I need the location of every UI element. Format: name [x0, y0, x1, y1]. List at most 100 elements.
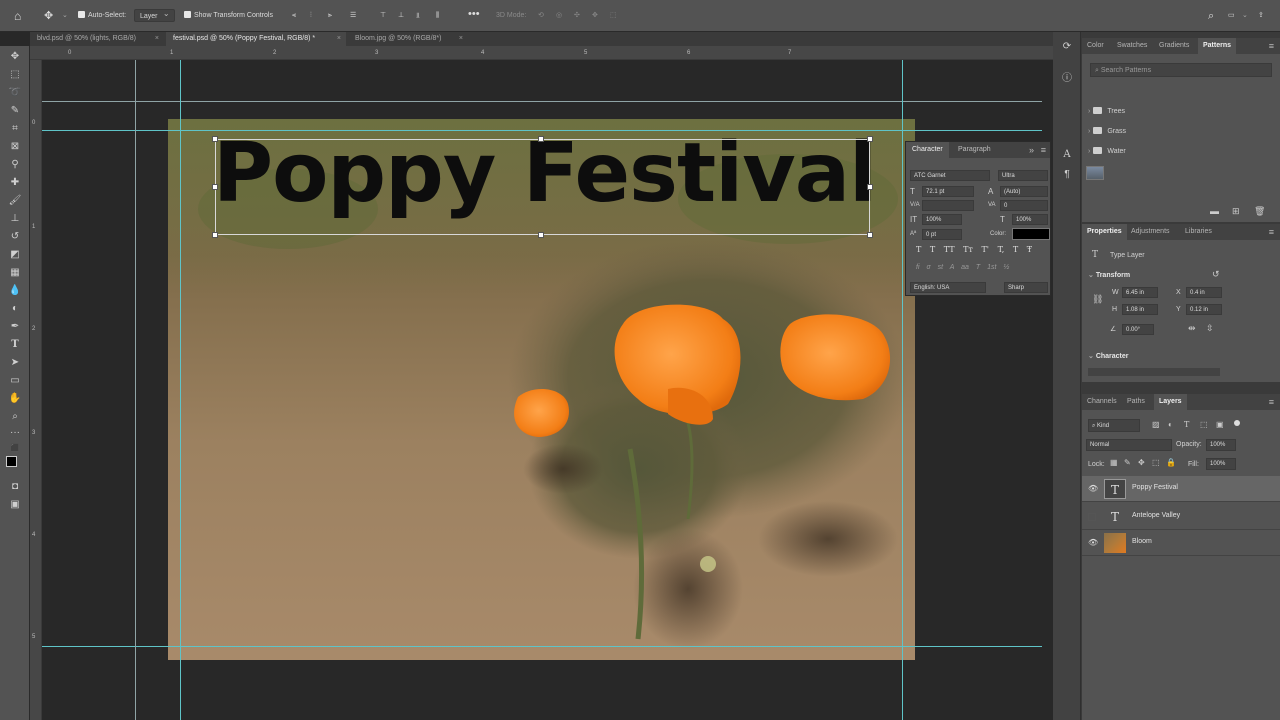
align-center-icon[interactable]: ⫶: [310, 9, 312, 23]
gradient-tool-icon[interactable]: ▦: [7, 266, 23, 280]
transform-section[interactable]: ⌄ Transform: [1088, 271, 1130, 281]
all-caps-button[interactable]: TT: [944, 245, 955, 254]
align-bottom-icon[interactable]: ⫫: [416, 9, 420, 23]
pattern-folder-water[interactable]: › Water: [1088, 147, 1126, 157]
ordinals-button[interactable]: 1st: [987, 264, 996, 271]
new-pattern-icon[interactable]: ⊞: [1232, 206, 1240, 217]
rectangle-tool-icon[interactable]: ▭: [7, 374, 23, 388]
quick-mask-icon[interactable]: ◘: [7, 480, 23, 494]
move-tool-icon[interactable]: ✥: [7, 50, 23, 64]
panel-menu-icon[interactable]: ≡: [1269, 227, 1274, 237]
tab-gradients[interactable]: Gradients: [1154, 38, 1194, 54]
move-tool-icon[interactable]: ✥: [44, 9, 53, 23]
transform-handle[interactable]: [212, 184, 218, 190]
info-icon[interactable]: ⓘ: [1060, 72, 1074, 86]
filter-smart-object-icon[interactable]: ▣: [1216, 420, 1224, 429]
guide-line[interactable]: [180, 60, 181, 720]
flip-vertical-icon[interactable]: ⇳: [1206, 323, 1214, 334]
pattern-thumbnail[interactable]: [1086, 166, 1104, 180]
eraser-tool-icon[interactable]: ◩: [7, 248, 23, 262]
3d-roll-icon[interactable]: ◎: [556, 9, 562, 23]
superscript-button[interactable]: T': [981, 245, 989, 254]
small-caps-button[interactable]: Tт: [963, 245, 973, 254]
underline-button[interactable]: T: [1013, 245, 1018, 254]
crop-tool-icon[interactable]: ⌗: [7, 122, 23, 136]
kerning-field[interactable]: [922, 200, 974, 211]
fill-field[interactable]: 100%: [1206, 458, 1236, 470]
discretionary-ligatures-button[interactable]: st: [938, 264, 943, 271]
reset-icon[interactable]: ↺: [1212, 269, 1220, 280]
baseline-shift-field[interactable]: 0 pt: [922, 229, 962, 240]
filter-shape-icon[interactable]: ⬚: [1200, 420, 1208, 429]
strikethrough-button[interactable]: Ŧ: [1027, 245, 1032, 254]
path-select-tool-icon[interactable]: ➤: [7, 356, 23, 370]
transform-handle[interactable]: [538, 136, 544, 142]
faux-italic-button[interactable]: T: [930, 245, 935, 254]
font-style-select[interactable]: Ultra: [998, 170, 1048, 181]
layer-row-poppy-festival[interactable]: 👁 T Poppy Festival: [1082, 476, 1280, 502]
close-icon[interactable]: ×: [459, 32, 463, 46]
tab-character[interactable]: Character: [906, 142, 949, 158]
auto-select-dropdown[interactable]: Layer: [134, 7, 175, 23]
tracking-field[interactable]: 0: [1000, 200, 1048, 211]
y-field[interactable]: 0.12 in: [1186, 304, 1222, 315]
lock-artboard-icon[interactable]: ⬚: [1152, 458, 1160, 467]
visibility-toggle-empty[interactable]: [1088, 513, 1096, 521]
healing-tool-icon[interactable]: ✚: [7, 176, 23, 190]
brush-tool-icon[interactable]: 🖌: [7, 194, 23, 208]
opacity-field[interactable]: 100%: [1206, 439, 1236, 451]
zoom-tool-icon[interactable]: ⌕: [7, 410, 23, 424]
search-patterns-input[interactable]: ⌕ Search Patterns: [1090, 63, 1272, 77]
close-icon[interactable]: ×: [337, 32, 341, 46]
panel-menu-icon[interactable]: ≡: [1269, 397, 1274, 407]
panel-menu-icon[interactable]: ≡: [1041, 145, 1046, 155]
align-middle-icon[interactable]: ⊥: [398, 9, 404, 23]
filter-pixel-icon[interactable]: ▨: [1152, 420, 1160, 429]
style-buttons-row[interactable]: T T TT Tт T' T, T Ŧ: [916, 245, 1048, 257]
angle-field[interactable]: 0.00°: [1122, 324, 1154, 335]
swash-button[interactable]: A: [950, 264, 954, 271]
stamp-tool-icon[interactable]: ⊥: [7, 212, 23, 226]
new-group-icon[interactable]: ▬: [1210, 206, 1219, 216]
transform-handle[interactable]: [538, 232, 544, 238]
stylistic-alternates-button[interactable]: aa: [961, 264, 969, 271]
subscript-button[interactable]: T,: [998, 245, 1005, 254]
lock-pixels-icon[interactable]: ✎: [1124, 458, 1131, 467]
foreground-color-swatch[interactable]: [6, 456, 17, 467]
lock-transparent-icon[interactable]: ▦: [1110, 458, 1118, 467]
visibility-eye-icon[interactable]: 👁: [1088, 484, 1098, 493]
auto-select-checkbox[interactable]: Auto-Select:: [78, 9, 126, 23]
align-left-icon[interactable]: ⫷: [292, 9, 296, 23]
contextual-alternates-button[interactable]: σ: [926, 264, 930, 271]
titling-alternates-button[interactable]: T: [976, 264, 980, 271]
fractions-button[interactable]: ½: [1003, 264, 1009, 271]
antialias-select[interactable]: Sharp: [1004, 282, 1048, 293]
3d-slide-icon[interactable]: ✥: [592, 9, 598, 23]
filter-kind-select[interactable]: ⌕ Kind: [1088, 419, 1140, 432]
transform-handle[interactable]: [212, 136, 218, 142]
lock-all-icon[interactable]: 🔒: [1166, 458, 1176, 467]
layer-name[interactable]: Antelope Valley: [1132, 512, 1180, 519]
workspace-icon[interactable]: ▭: [1228, 9, 1235, 23]
share-icon[interactable]: ⇪: [1258, 9, 1264, 23]
layer-row-antelope-valley[interactable]: T Antelope Valley: [1082, 504, 1280, 530]
home-icon[interactable]: ⌂: [14, 9, 21, 23]
x-field[interactable]: 0.4 in: [1186, 287, 1222, 298]
guide-line[interactable]: [902, 60, 903, 720]
filter-toggle-icon[interactable]: [1234, 420, 1240, 426]
history-icon[interactable]: ⟳: [1060, 40, 1074, 54]
guide-line[interactable]: [135, 60, 136, 720]
delete-icon[interactable]: 🗑: [1254, 206, 1265, 217]
layer-row-bloom[interactable]: 👁 Bloom: [1082, 530, 1280, 556]
tab-libraries[interactable]: Libraries: [1180, 224, 1217, 240]
layer-name[interactable]: Poppy Festival: [1132, 484, 1178, 491]
transform-bounding-box[interactable]: [212, 136, 873, 238]
visibility-eye-icon[interactable]: 👁: [1088, 538, 1098, 547]
3d-scale-icon[interactable]: ⬚: [610, 9, 617, 23]
transform-handle[interactable]: [867, 136, 873, 142]
pattern-folder-trees[interactable]: › Trees: [1088, 107, 1125, 117]
dodge-tool-icon[interactable]: ◐: [7, 302, 23, 316]
eyedropper-tool-icon[interactable]: ⚲: [7, 158, 23, 172]
default-colors-icon[interactable]: ⬛: [7, 442, 23, 456]
tab-bloom[interactable]: Bloom.jpg @ 50% (RGB/8*) ×: [348, 32, 468, 46]
